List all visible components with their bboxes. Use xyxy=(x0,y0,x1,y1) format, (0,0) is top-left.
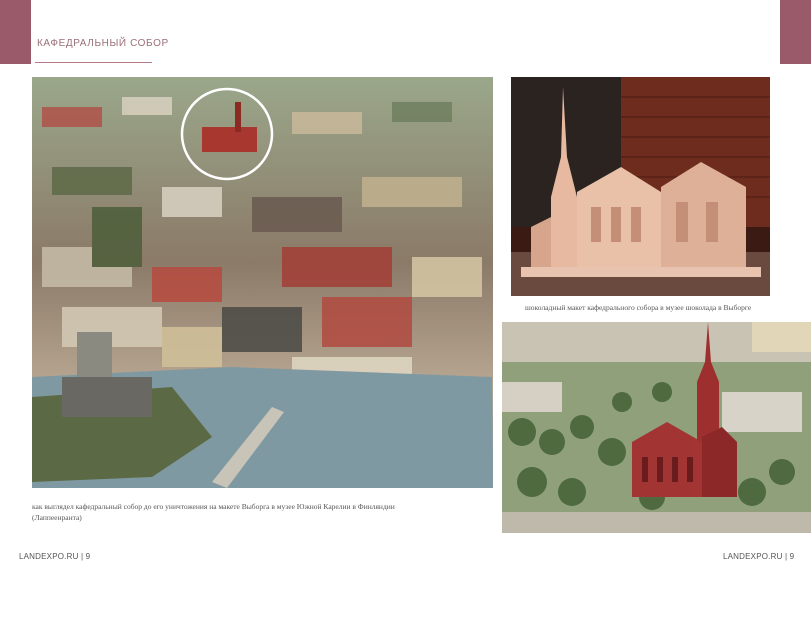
corner-tab-right xyxy=(780,0,811,64)
corner-tab-left xyxy=(0,0,31,64)
footer-page-label-right: LANDEXPO.RU | 9 xyxy=(723,552,795,561)
section-title: КАФЕДРАЛЬНЫЙ СОБОР xyxy=(37,38,169,49)
city-model-photo xyxy=(32,77,493,488)
main-photo-caption: как выглядел кафедральный собор до его у… xyxy=(32,502,395,522)
cathedral-model-photo xyxy=(502,322,811,533)
chocolate-photo-caption: шоколадный макет кафедрального собора в … xyxy=(525,303,752,312)
footer-page-label-left: LANDEXPO.RU | 9 xyxy=(19,552,91,561)
chocolate-cathedral-photo xyxy=(511,77,770,296)
title-underline xyxy=(35,62,152,63)
